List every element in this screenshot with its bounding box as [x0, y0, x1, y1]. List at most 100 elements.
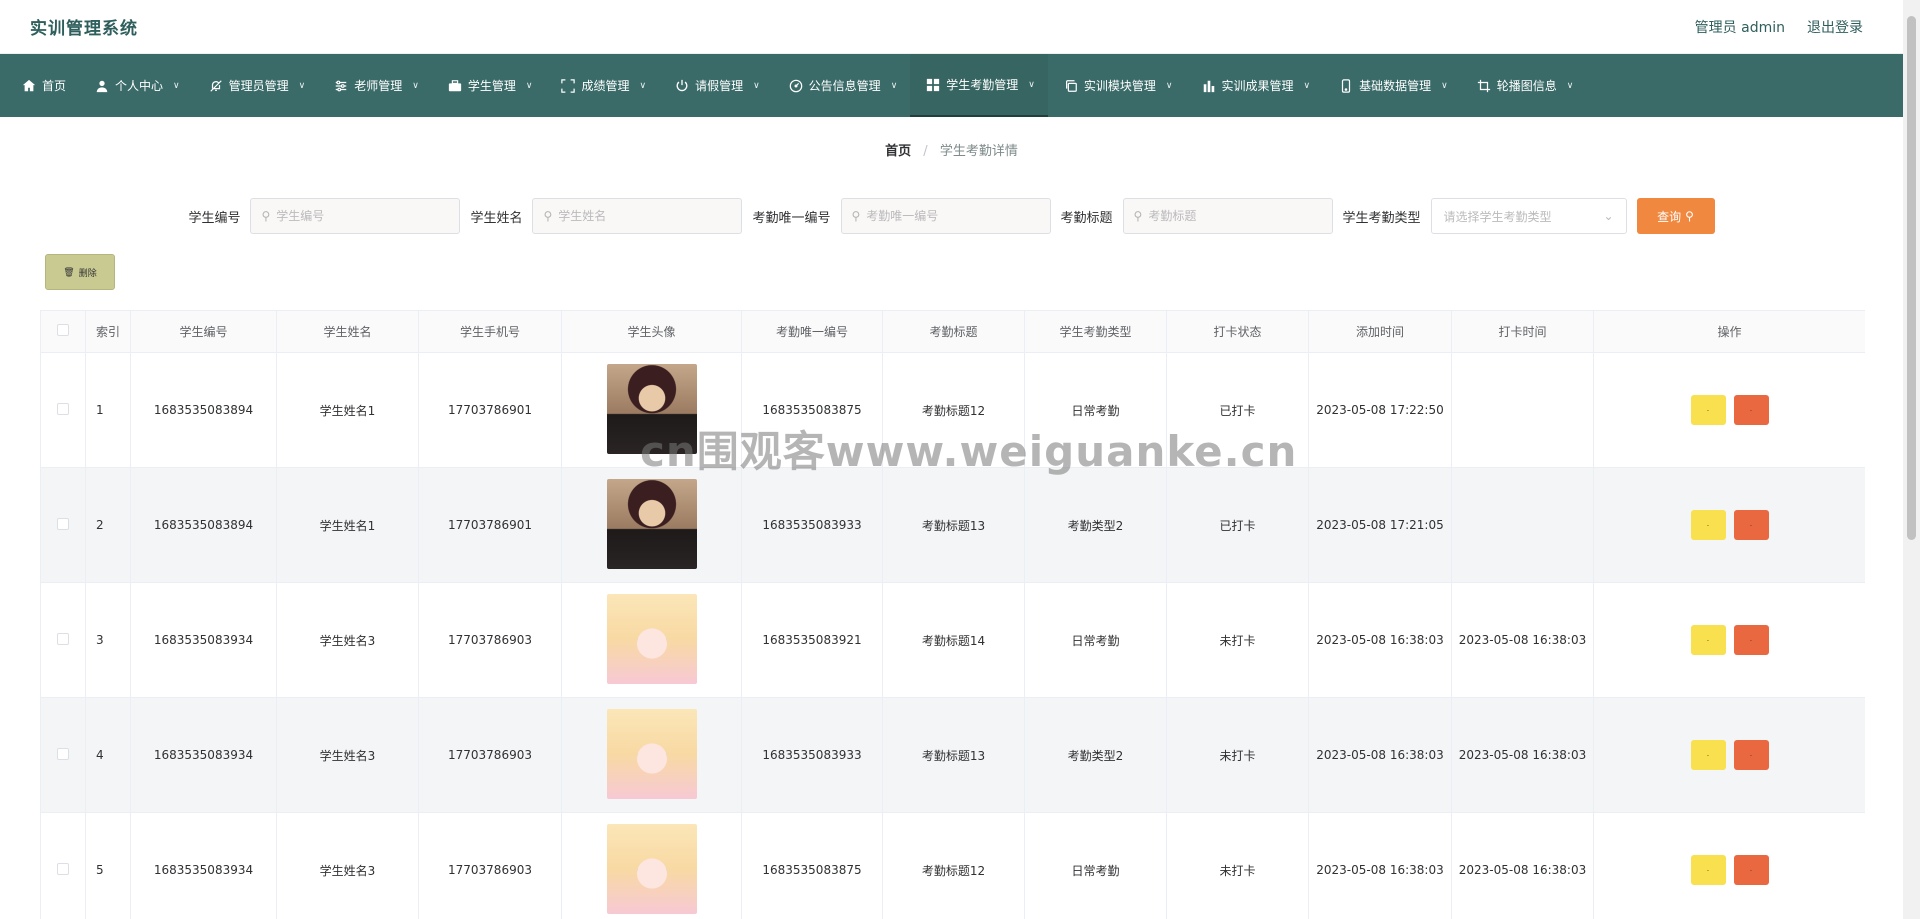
avatar[interactable] — [606, 363, 697, 454]
logout-link[interactable]: 退出登录 — [1807, 17, 1863, 37]
attendance-title-field: ⚲ — [1122, 198, 1333, 234]
query-button[interactable]: 查询 ⚲ — [1636, 198, 1715, 234]
nav-item-label: 请假管理 — [695, 79, 744, 93]
cell-name: 学生姓名3 — [276, 582, 419, 698]
edit-button[interactable]: · — [1690, 740, 1726, 770]
row-actions: · · — [1593, 467, 1865, 583]
edit-button[interactable]: · — [1690, 395, 1726, 425]
attendance-title-label: 考勤标题 — [1060, 210, 1113, 226]
column-header: 添加时间 — [1308, 310, 1452, 353]
chevron-down-icon: ∨ — [1028, 79, 1035, 90]
column-header: 索引 — [85, 310, 131, 353]
student-name-input[interactable] — [558, 209, 729, 223]
app-title: 实训管理系统 — [30, 19, 138, 39]
edit-button[interactable]: · — [1690, 510, 1726, 540]
search-student-name: 学生姓名 ⚲ — [470, 198, 743, 234]
cell-name: 学生姓名3 — [276, 812, 419, 919]
chevron-down-icon: ∨ — [1165, 80, 1173, 91]
avatar[interactable] — [606, 593, 697, 684]
avatar[interactable] — [606, 478, 697, 569]
delete-button[interactable]: · — [1733, 740, 1769, 770]
cell-phone: 17703786903 — [418, 812, 562, 919]
page-scrollbar[interactable] — [1903, 0, 1920, 919]
nav-item-label: 实训模块管理 — [1083, 79, 1156, 93]
nav-item-5[interactable]: 成绩管理 ∨ — [545, 54, 659, 117]
nav-item-0[interactable]: 首页 — [6, 54, 79, 117]
row-checkbox[interactable] — [57, 632, 69, 645]
nav-item-7[interactable]: 公告信息管理 ∨ — [773, 54, 911, 117]
cell-att-no: 1683535083933 — [741, 697, 883, 813]
cell-added: 2023-05-08 16:38:03 — [1308, 697, 1452, 813]
breadcrumb-current: 学生考勤详情 — [939, 144, 1018, 159]
nav-item-11[interactable]: 基础数据管理 ∨ — [1323, 54, 1461, 117]
nav-item-12[interactable]: 轮播图信息 ∨ — [1461, 54, 1587, 117]
row-checkbox[interactable] — [57, 862, 69, 875]
table-row[interactable]: 1 1683535083894 学生姓名1 17703786901 1683535083… — [40, 352, 1865, 468]
cell-title: 考勤标题12 — [882, 352, 1025, 468]
row-checkbox[interactable] — [57, 517, 69, 530]
user-label[interactable]: 管理员 admin — [1695, 17, 1785, 37]
column-header: 学生编号 — [130, 310, 277, 353]
chevron-down-icon: ∨ — [1566, 80, 1574, 91]
table-row[interactable]: 3 1683535083934 学生姓名3 17703786903 1683535083… — [40, 582, 1865, 698]
copy-icon — [1064, 79, 1078, 93]
cell-phone: 17703786901 — [418, 352, 562, 468]
avatar-cell — [561, 352, 742, 468]
delete-button[interactable]: · — [1733, 510, 1769, 540]
nav-item-label: 轮播图信息 — [1496, 79, 1557, 93]
cell-type: 日常考勤 — [1024, 352, 1167, 468]
nav-item-4[interactable]: 学生管理 ∨ — [432, 54, 546, 117]
breadcrumb-separator: / — [923, 144, 928, 159]
avatar[interactable] — [606, 823, 697, 914]
cell-added: 2023-05-08 16:38:03 — [1308, 812, 1452, 919]
edit-button[interactable]: · — [1690, 625, 1726, 655]
scrollbar-thumb[interactable] — [1907, 16, 1916, 540]
breadcrumb-home[interactable]: 首页 — [885, 144, 911, 159]
attendance-type-select[interactable]: 请选择学生考勤类型 ⌄ — [1430, 198, 1627, 234]
row-actions: · · — [1593, 812, 1865, 919]
row-checkbox[interactable] — [57, 402, 69, 415]
column-header: 学生姓名 — [276, 310, 419, 353]
nav-item-2[interactable]: 管理员管理 ∨ — [193, 54, 319, 117]
nav-item-label: 成绩管理 — [581, 79, 630, 93]
select-all-checkbox[interactable] — [57, 324, 69, 336]
nav-item-10[interactable]: 实训成果管理 ∨ — [1186, 54, 1324, 117]
nav-item-3[interactable]: 老师管理 ∨ — [318, 54, 432, 117]
table-row[interactable]: 4 1683535083934 学生姓名3 17703786903 1683535083… — [40, 697, 1865, 813]
avatar[interactable] — [606, 708, 697, 799]
breadcrumb: 首页 / 学生考勤详情 — [0, 140, 1903, 159]
search-icon: ⚲ — [261, 209, 271, 223]
delete-button[interactable]: · — [1733, 395, 1769, 425]
cell-phone: 17703786903 — [418, 697, 562, 813]
attendance-title-input[interactable] — [1148, 209, 1319, 223]
row-checkbox[interactable] — [57, 747, 69, 760]
batch-delete-label: 删除 — [78, 267, 97, 278]
delete-button[interactable]: · — [1733, 625, 1769, 655]
delete-button[interactable]: · — [1733, 855, 1769, 885]
nav-item-6[interactable]: 请假管理 ∨ — [659, 54, 773, 117]
table-row[interactable]: 2 1683535083894 学生姓名1 17703786901 1683535083… — [40, 467, 1865, 583]
nav-item-8[interactable]: 学生考勤管理 ∨ — [910, 54, 1048, 117]
avatar-cell — [561, 697, 742, 813]
student-no-input[interactable] — [276, 209, 447, 223]
nav-item-label: 老师管理 — [354, 79, 403, 93]
sliders-icon — [334, 79, 348, 93]
cell-name: 学生姓名1 — [276, 352, 419, 468]
attendance-no-input[interactable] — [866, 209, 1037, 223]
avatar-cell — [561, 582, 742, 698]
user-icon — [95, 79, 109, 93]
cell-punched: 2023-05-08 16:38:03 — [1451, 697, 1594, 813]
nav-item-9[interactable]: 实训模块管理 ∨ — [1048, 54, 1186, 117]
nav-item-label: 实训成果管理 — [1221, 79, 1294, 93]
table-row[interactable]: 5 1683535083934 学生姓名3 17703786903 1683535083… — [40, 812, 1865, 919]
batch-delete-button[interactable]: 🗑 删除 — [45, 254, 115, 290]
search-attendance-title: 考勤标题 ⚲ — [1061, 198, 1333, 234]
edit-button[interactable]: · — [1690, 855, 1726, 885]
row-select-cell — [40, 467, 86, 583]
chevron-down-icon: ∨ — [1303, 80, 1311, 91]
nav-item-1[interactable]: 个人中心 ∨ — [79, 54, 193, 117]
student-name-label: 学生姓名 — [470, 210, 523, 226]
cell-phone: 17703786903 — [418, 582, 562, 698]
attendance-table-container: 索引 学生编号 学生姓名 学生手机号 学生头像 考勤唯一编号 考勤标题 学生考勤类型 打卡状态添… — [40, 310, 1865, 919]
query-label: 查询 — [1657, 209, 1682, 224]
